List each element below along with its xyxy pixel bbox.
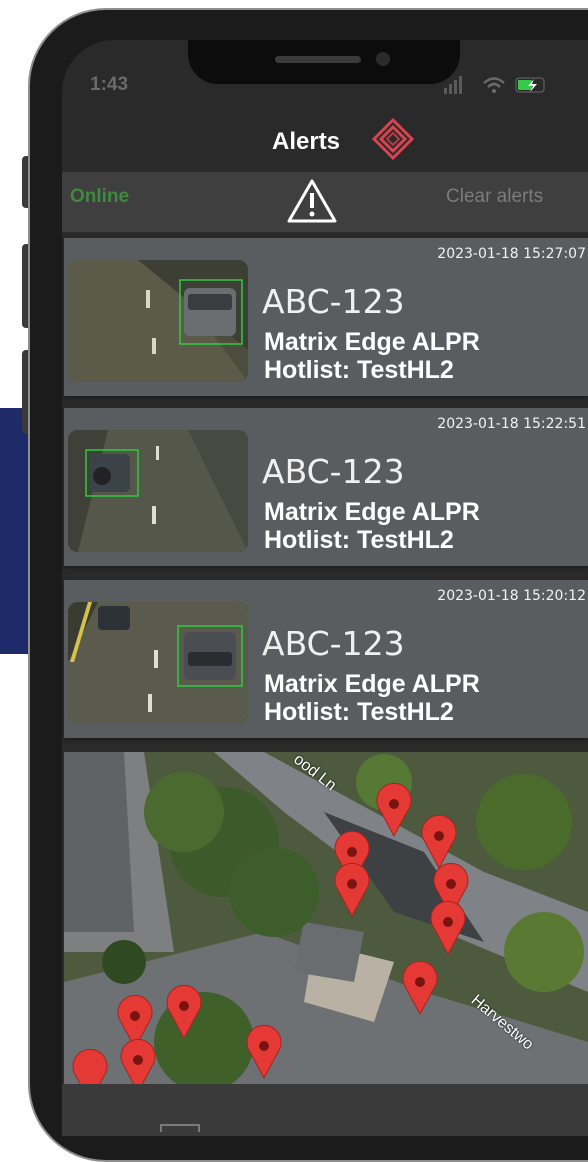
status-time: 1:43 [90,74,129,95]
alert-timestamp: 2023-01-18 15:20:12 [437,588,586,604]
alert-source: Matrix Edge ALPR [264,670,480,698]
map-marker-icon [246,1024,282,1080]
alert-card[interactable]: 2023-01-18 15:22:51 ABC-123 Matrix Edge … [64,408,588,566]
diamond-logo-icon [372,118,414,160]
map-marker-icon [72,1048,108,1084]
alert-thumbnail [68,602,248,724]
bottom-bar [62,1084,588,1136]
alert-source: Matrix Edge ALPR [264,498,480,526]
clear-alerts-button[interactable]: Clear alerts [446,186,543,208]
alert-hotlist: Hotlist: TestHL2 [264,356,454,384]
map-marker-icon [166,984,202,1040]
status-icons [444,76,545,94]
alert-thumbnail [68,430,248,552]
alert-card[interactable]: 2023-01-18 15:27:07 ABC-123 Matrix Edge … [64,238,588,396]
map-marker-icon [430,900,466,956]
warning-triangle-icon[interactable] [286,177,338,225]
wifi-icon [483,77,505,88]
alert-card[interactable]: 2023-01-18 15:20:12 ABC-123 Matrix Edge … [64,580,588,738]
map-marker-icon [334,862,370,918]
alert-plate: ABC-123 [262,282,405,321]
map-markers [72,782,469,1084]
alert-source: Matrix Edge ALPR [264,328,480,356]
alert-timestamp: 2023-01-18 15:27:07 [437,246,586,262]
speaker [275,56,361,63]
alert-hotlist: Hotlist: TestHL2 [264,698,454,726]
battery-charging-icon [515,77,545,93]
alert-timestamp: 2023-01-18 15:22:51 [437,416,586,432]
alert-plate: ABC-123 [262,452,405,491]
map-marker-icon [376,782,412,838]
front-camera [376,52,390,66]
alert-thumbnail [68,260,248,382]
tab-bar-item[interactable] [160,1124,200,1132]
page-title: Alerts [272,128,341,155]
alert-plate: ABC-123 [262,624,405,663]
alert-hotlist: Hotlist: TestHL2 [264,526,454,554]
map-marker-icon [421,814,457,870]
satellite-map[interactable]: ood Ln Harvestwo [64,752,588,1084]
map-marker-icon [402,960,438,1016]
connection-status: Online [70,186,130,207]
